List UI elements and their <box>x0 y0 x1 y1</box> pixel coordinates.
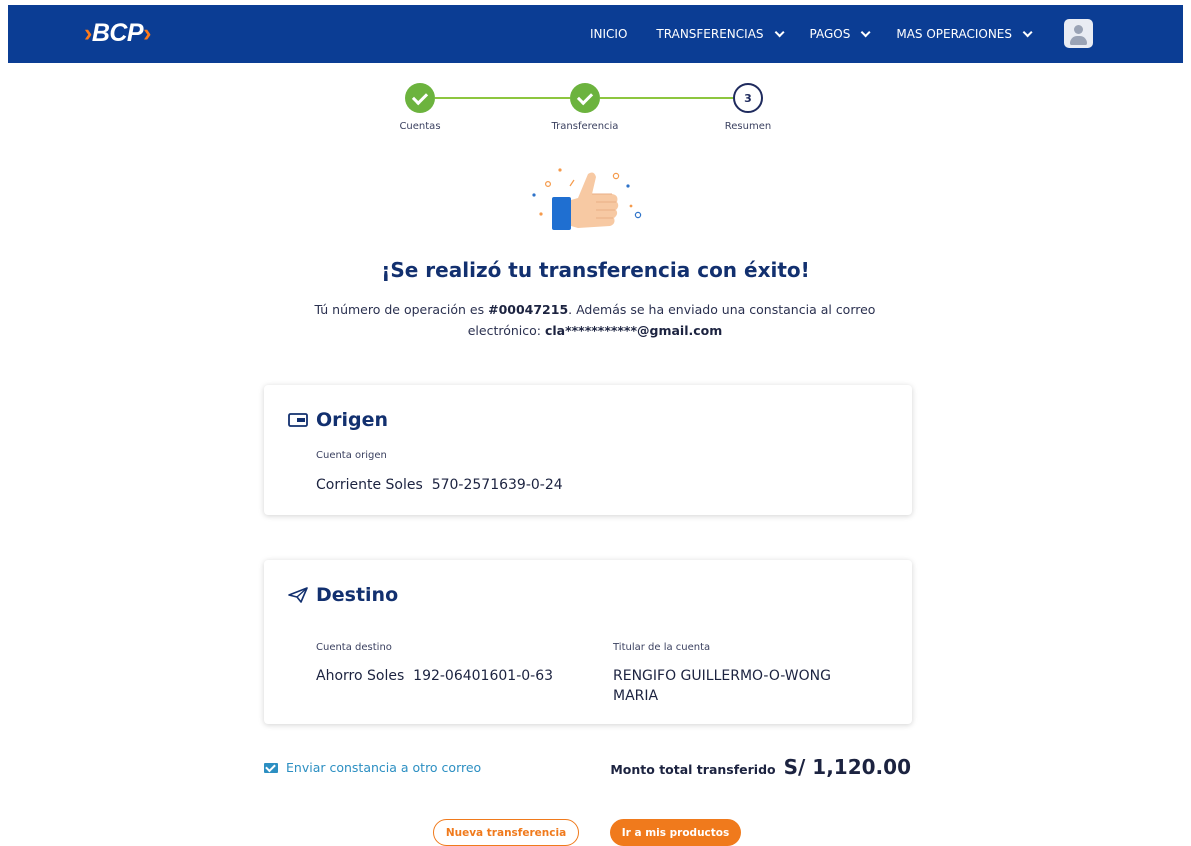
success-title: ¡Se realizó tu transferencia con éxito! <box>381 258 810 282</box>
chevron-down-icon <box>861 26 871 37</box>
go-to-products-button[interactable]: Ir a mis productos <box>610 819 741 846</box>
paper-plane-icon <box>288 587 308 603</box>
step-done-check-icon <box>570 83 600 113</box>
thumbs-up-icon <box>528 162 648 238</box>
holder-name-line1: RENGIFO GUILLERMO-O-WONG <box>613 668 831 684</box>
origin-account-value: Corriente Soles 570-2571639-0-24 <box>316 477 563 493</box>
chevron-down-icon <box>774 26 785 37</box>
user-icon-body <box>1070 36 1087 45</box>
main-nav: INICIO TRANSFERENCIAS PAGOS MAS OPERACIO… <box>590 5 1058 63</box>
holder-label: Titular de la cuenta <box>613 642 711 653</box>
origin-title-text: Origen <box>316 409 389 431</box>
total-label: Monto total transferido <box>610 762 776 777</box>
origin-account-number: 570-2571639-0-24 <box>431 477 563 493</box>
destination-account-label: Cuenta destino <box>316 642 392 653</box>
nav-item-transferencias[interactable]: TRANSFERENCIAS <box>656 26 785 41</box>
step-label-resumen: Resumen <box>724 121 772 132</box>
nav-item-label: MAS OPERACIONES <box>896 27 1013 41</box>
nav-item-label: TRANSFERENCIAS <box>656 27 764 41</box>
send-receipt-label: Enviar constancia a otro correo <box>286 760 482 775</box>
step-current-indicator: 3 <box>733 83 763 113</box>
origin-account-type: Corriente Soles <box>316 477 423 493</box>
user-avatar[interactable] <box>1064 19 1093 48</box>
step-connector <box>600 97 733 99</box>
message-prefix: Tú número de operación es <box>314 302 489 317</box>
user-icon <box>1074 25 1083 34</box>
nav-item-inicio[interactable]: INICIO <box>590 27 627 41</box>
nav-item-label: PAGOS <box>809 27 851 41</box>
total-amount-row: Monto total transferido S/ 1,120.00 <box>610 755 911 779</box>
holder-name-line2: MARIA <box>613 688 659 704</box>
destination-card: Destino Cuenta destino Ahorro Soles 192-… <box>264 560 912 724</box>
origin-title: Origen <box>288 409 388 431</box>
destination-title: Destino <box>288 584 398 606</box>
destination-account-value: Ahorro Soles 192-06401601-0-63 <box>316 668 553 684</box>
operation-number: #00047215 <box>488 302 569 317</box>
nav-item-mas-operaciones[interactable]: MAS OPERACIONES <box>896 26 1033 41</box>
nav-item-pagos[interactable]: PAGOS <box>809 26 871 41</box>
origin-card: Origen Cuenta origen Corriente Soles 570… <box>264 385 912 515</box>
bcp-logo[interactable]: ›BCP› <box>84 19 151 48</box>
step-label-cuentas: Cuentas <box>399 121 441 132</box>
envelope-icon <box>264 762 278 773</box>
success-message: Tú número de operación es #00047215. Ade… <box>290 299 900 341</box>
holder-name: RENGIFO GUILLERMO-O-WONG MARIA <box>613 666 831 706</box>
top-navbar: ›BCP› INICIO TRANSFERENCIAS PAGOS MAS OP… <box>8 5 1183 63</box>
chevron-down-icon <box>1022 26 1033 37</box>
step-number: 3 <box>744 91 752 105</box>
destination-title-text: Destino <box>316 584 399 606</box>
nav-item-label: INICIO <box>590 27 628 41</box>
step-done-check-icon <box>405 83 435 113</box>
new-transfer-button[interactable]: Nueva transferencia <box>433 819 579 846</box>
destination-account-type: Ahorro Soles <box>316 668 405 684</box>
masked-email: cla***********@gmail.com <box>544 323 723 338</box>
total-amount: S/ 1,120.00 <box>783 755 911 779</box>
send-receipt-link[interactable]: Enviar constancia a otro correo <box>264 760 481 775</box>
card-icon <box>288 413 308 427</box>
step-connector <box>435 97 570 99</box>
origin-account-label: Cuenta origen <box>316 450 387 461</box>
destination-account-number: 192-06401601-0-63 <box>413 668 554 684</box>
step-label-transferencia: Transferencia <box>551 121 619 132</box>
